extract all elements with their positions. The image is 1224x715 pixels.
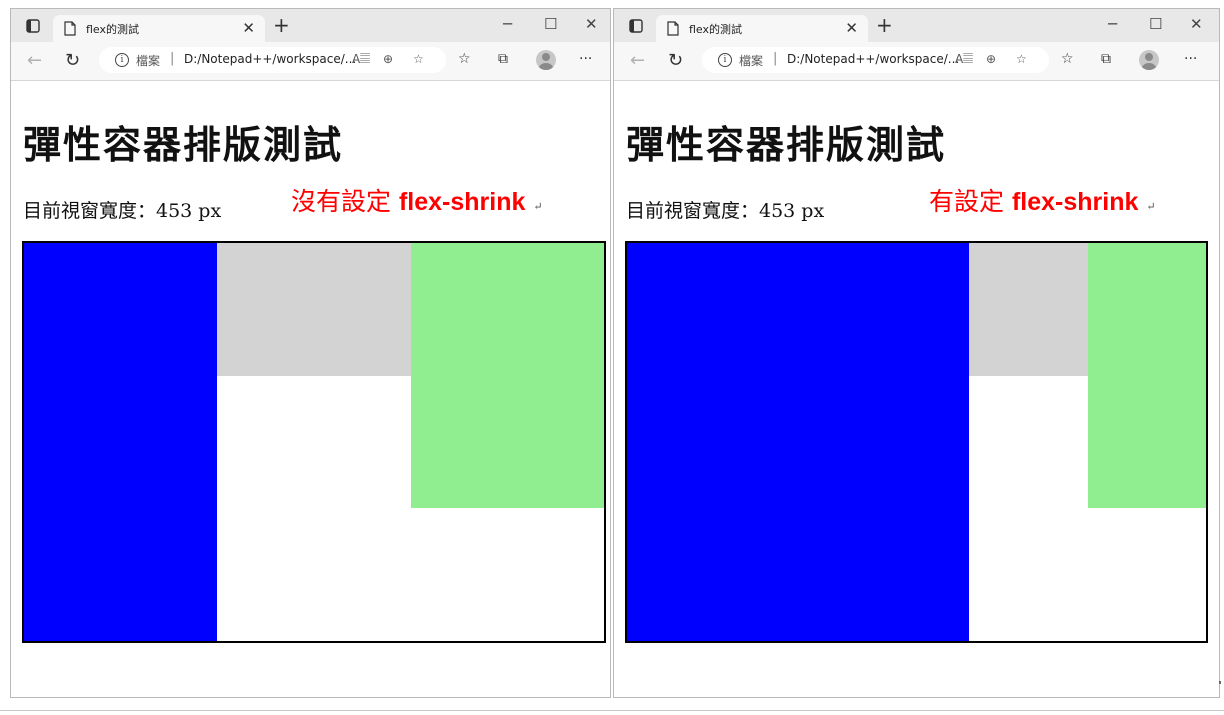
bottom-divider xyxy=(0,710,1224,711)
refresh-icon[interactable]: ↻ xyxy=(65,50,80,71)
tab-active[interactable]: flex的測試 ✕ xyxy=(53,15,265,42)
tab-title: flex的測試 xyxy=(86,23,140,36)
box-green xyxy=(1088,243,1206,508)
close-window-icon[interactable]: ✕ xyxy=(1190,15,1203,33)
title-bar: flex的測試 ✕ + ─ ☐ ✕ xyxy=(614,9,1219,42)
read-aloud-icon[interactable]: A𝄚 xyxy=(955,52,973,67)
info-icon[interactable]: i xyxy=(718,53,732,67)
add-favorite-icon[interactable]: ☆ xyxy=(413,52,424,66)
scroll-marker xyxy=(1219,681,1221,684)
note-keyword: flex-shrink xyxy=(398,188,526,216)
address-label: 檔案 xyxy=(739,54,764,68)
minimize-icon[interactable]: ─ xyxy=(1108,15,1117,33)
title-bar: flex的測試 ✕ + ─ ☐ ✕ xyxy=(11,9,610,42)
profile-avatar[interactable] xyxy=(1139,50,1159,70)
minimize-icon[interactable]: ─ xyxy=(503,15,512,33)
favorites-icon[interactable]: ☆ xyxy=(1061,51,1074,67)
maximize-icon[interactable]: ☐ xyxy=(544,15,557,33)
read-aloud-icon[interactable]: A𝄚 xyxy=(352,52,370,67)
new-tab-icon[interactable]: + xyxy=(273,13,290,37)
profile-avatar[interactable] xyxy=(536,50,556,70)
address-bar[interactable]: i 檔案 | D:/Notepad++/workspace/... A𝄚 ⊕ ☆ xyxy=(702,47,1049,73)
collections-icon[interactable]: ⧉ xyxy=(498,51,508,67)
note-prefix: 有設定 xyxy=(929,187,1005,216)
box-blue xyxy=(627,243,969,641)
toolbar: ← ↻ i 檔案 | D:/Notepad++/workspace/... A𝄚… xyxy=(11,42,610,81)
return-mark-icon: ↵ xyxy=(533,200,543,213)
note-prefix: 沒有設定 xyxy=(291,187,392,216)
address-separator: | xyxy=(773,51,778,66)
page-icon xyxy=(667,21,679,36)
flex-container xyxy=(625,241,1208,643)
more-icon[interactable]: ··· xyxy=(1184,51,1197,67)
collections-icon[interactable]: ⧉ xyxy=(1101,51,1111,67)
box-gray xyxy=(969,243,1088,376)
close-tab-icon[interactable]: ✕ xyxy=(845,19,858,37)
annotation-note: 有設定 flex-shrink ↵ xyxy=(929,182,1156,218)
viewport-width-text: 目前視窗寬度：453 px xyxy=(626,200,825,222)
page-icon xyxy=(64,21,76,36)
viewport-width-text: 目前視窗寬度：453 px xyxy=(23,200,222,222)
address-url[interactable]: D:/Notepad++/workspace/... xyxy=(184,52,356,66)
close-window-icon[interactable]: ✕ xyxy=(585,15,598,33)
browser-window-left: flex的測試 ✕ + ─ ☐ ✕ ← ↻ i 檔案 | D:/Notepad+… xyxy=(10,8,611,698)
refresh-icon[interactable]: ↻ xyxy=(668,50,683,71)
close-tab-icon[interactable]: ✕ xyxy=(242,19,255,37)
address-url[interactable]: D:/Notepad++/workspace/... xyxy=(787,52,959,66)
tab-actions-icon[interactable] xyxy=(25,18,41,34)
browser-window-right: flex的測試 ✕ + ─ ☐ ✕ ← ↻ i 檔案 | D:/Notepad+… xyxy=(613,8,1220,698)
new-tab-icon[interactable]: + xyxy=(876,13,893,37)
tab-title: flex的測試 xyxy=(689,23,743,36)
tab-actions-icon[interactable] xyxy=(628,18,644,34)
info-icon[interactable]: i xyxy=(115,53,129,67)
tab-active[interactable]: flex的測試 ✕ xyxy=(656,15,868,42)
page-heading: 彈性容器排版測試 xyxy=(23,123,344,167)
add-favorite-icon[interactable]: ☆ xyxy=(1016,52,1027,66)
favorites-icon[interactable]: ☆ xyxy=(458,51,471,67)
annotation-note: 沒有設定 flex-shrink ↵ xyxy=(291,182,543,218)
return-mark-icon: ↵ xyxy=(1146,200,1156,213)
address-label: 檔案 xyxy=(136,54,161,68)
back-arrow-icon[interactable]: ← xyxy=(630,50,645,71)
address-bar[interactable]: i 檔案 | D:/Notepad++/workspace/... A𝄚 ⊕ ☆ xyxy=(99,47,446,73)
note-keyword: flex-shrink xyxy=(1011,188,1139,216)
back-arrow-icon[interactable]: ← xyxy=(27,50,42,71)
zoom-icon[interactable]: ⊕ xyxy=(986,52,996,66)
toolbar: ← ↻ i 檔案 | D:/Notepad++/workspace/... A𝄚… xyxy=(614,42,1219,81)
maximize-icon[interactable]: ☐ xyxy=(1149,15,1162,33)
zoom-icon[interactable]: ⊕ xyxy=(383,52,393,66)
more-icon[interactable]: ··· xyxy=(579,51,592,67)
box-green xyxy=(411,243,604,508)
box-gray xyxy=(217,243,411,376)
box-blue xyxy=(24,243,217,641)
page-heading: 彈性容器排版測試 xyxy=(626,123,947,167)
address-separator: | xyxy=(170,51,175,66)
flex-container xyxy=(22,241,606,643)
